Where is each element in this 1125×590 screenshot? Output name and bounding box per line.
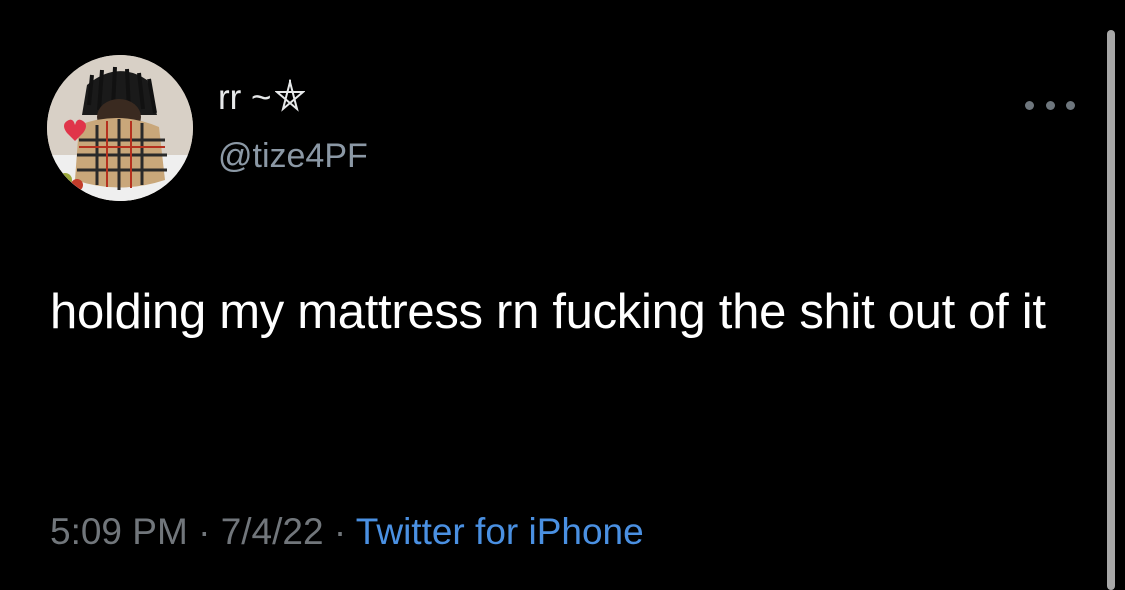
avatar-photo [47,55,193,201]
author-handle[interactable]: @tize4PF [218,136,368,176]
display-name-text: rr ~ [218,78,272,117]
tweet-text: holding my mattress rn fucking the shit … [50,285,1046,339]
tweet-time[interactable]: 5:09 PM [50,511,188,552]
scrollbar[interactable] [1107,30,1115,590]
tweet-date[interactable]: 7/4/22 [221,511,324,552]
more-dot [1045,100,1055,110]
tweet-source-link[interactable]: Twitter for iPhone [356,511,644,552]
author-display-name[interactable]: rr ~ [218,78,306,118]
more-dot [1025,100,1034,110]
more-dot [1066,100,1075,110]
tweet-meta: 5:09 PM · 7/4/22 · Twitter for iPhone [50,508,644,556]
meta-separator: · [198,511,211,552]
pentagram-star-icon [275,79,306,112]
more-icon[interactable] [1025,90,1075,120]
avatar[interactable] [47,55,193,201]
meta-separator: · [333,511,347,552]
